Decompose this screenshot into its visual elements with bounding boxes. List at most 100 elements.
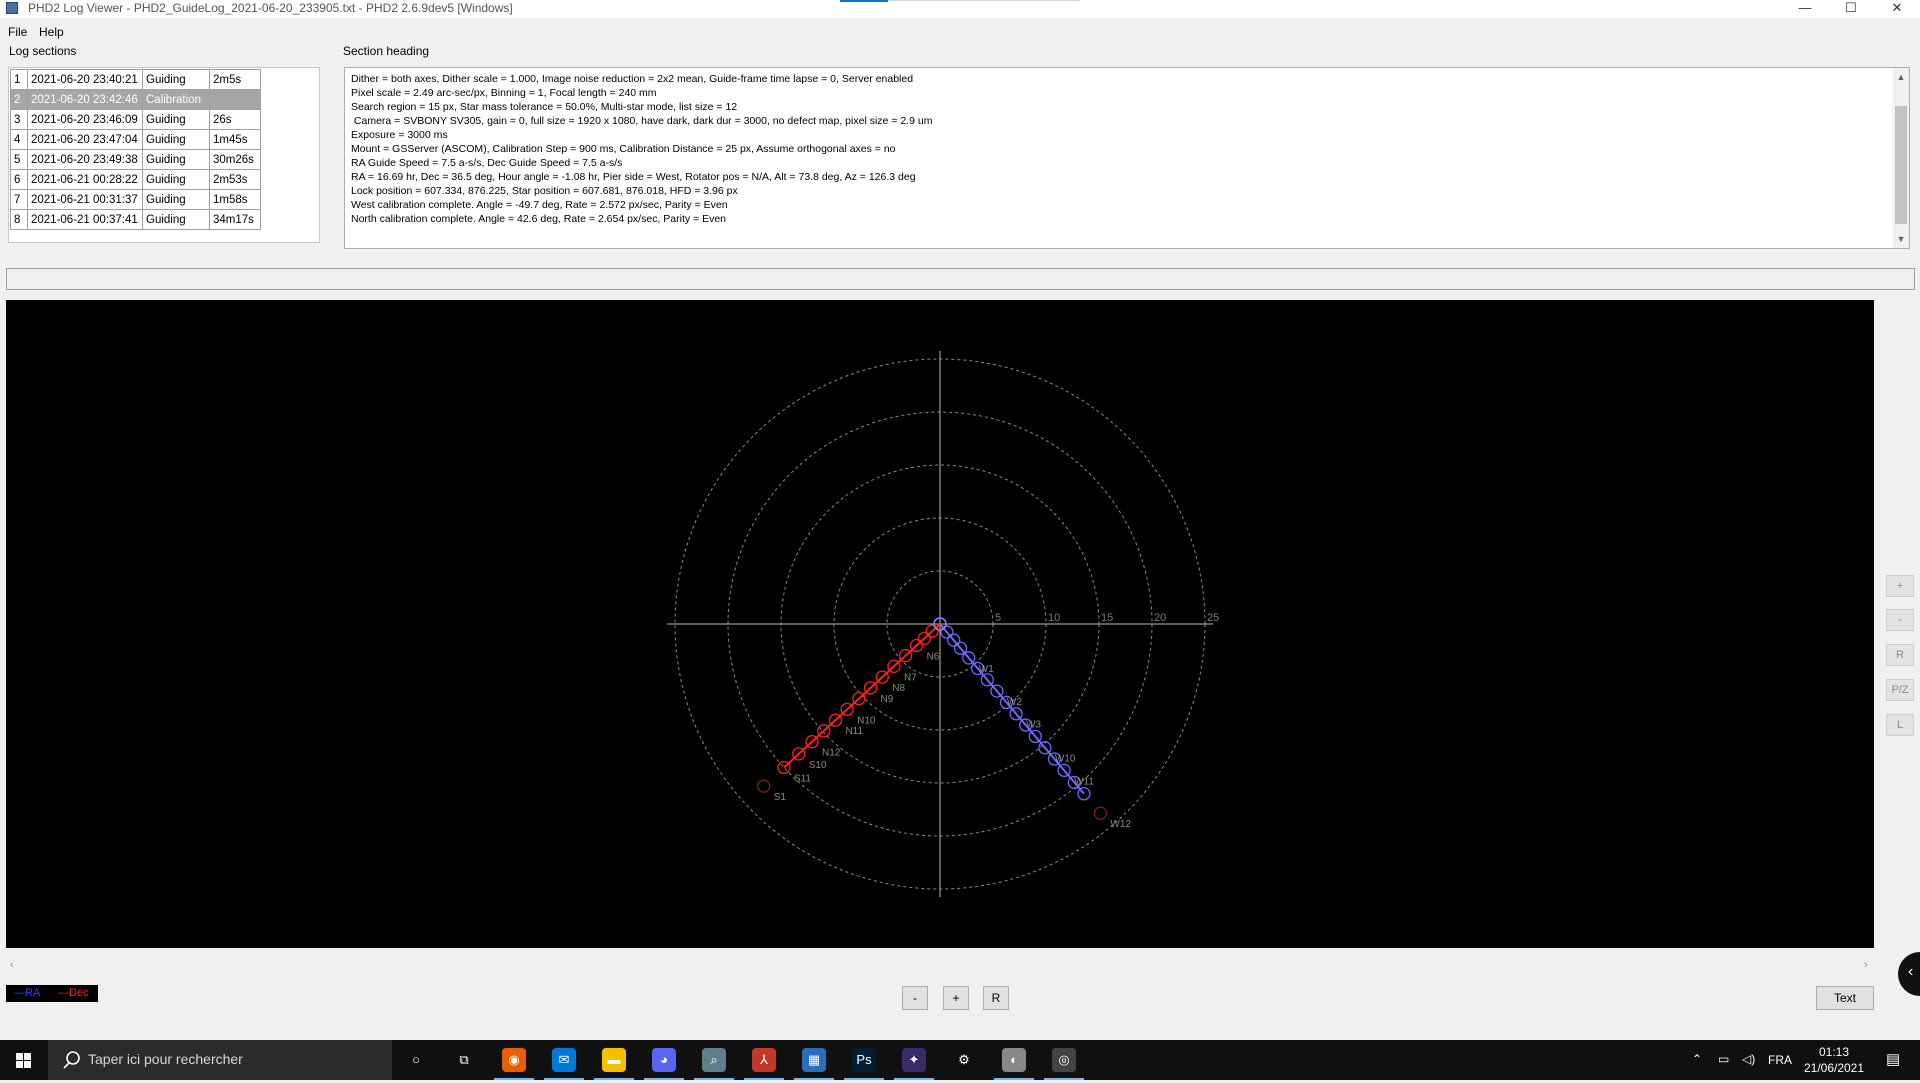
scroll-down-icon[interactable]: ▼	[1893, 232, 1909, 246]
log-cell-dur: 1m45s	[209, 129, 261, 150]
dec-step-label: S1	[774, 792, 787, 803]
dec-step-label: N6	[927, 652, 940, 663]
log-cell-n: 7	[10, 189, 28, 210]
log-cell-type: Guiding	[142, 129, 210, 150]
menu-file[interactable]: File	[8, 25, 27, 39]
log-section-row[interactable]: 7 2021-06-21 00:31:37 Guiding 1m58s	[10, 189, 261, 210]
log-cell-n: 4	[10, 129, 28, 150]
log-cell-dur	[209, 89, 261, 110]
status-box	[6, 268, 1915, 290]
scroll-right-icon[interactable]: ›	[1864, 959, 1868, 971]
heading-scrollbar[interactable]: ▲ ▼	[1893, 68, 1909, 248]
log-cell-dur: 26s	[209, 109, 261, 130]
section-heading-textbox[interactable]: Dither = both axes, Dither scale = 1.000…	[344, 67, 1910, 249]
astro-app-taskbar-button[interactable]: ◎	[1040, 1040, 1088, 1080]
scroll-thumb[interactable]	[1895, 106, 1907, 224]
scroll-left-icon[interactable]: ‹	[10, 959, 14, 971]
menu-bar: File Help	[0, 22, 1920, 42]
file-explorer-icon: ▬	[602, 1048, 626, 1072]
title-bar: PHD2 Log Viewer - PHD2_GuideLog_2021-06-…	[0, 0, 1920, 18]
maximize-button[interactable]: ☐	[1828, 0, 1874, 18]
stellarium-taskbar-button[interactable]: ✦	[890, 1040, 938, 1080]
reset-zoom-button[interactable]: R	[983, 986, 1009, 1010]
plot-legend: —RA —Dec	[6, 985, 98, 1002]
calculator-taskbar-button[interactable]: ▦	[790, 1040, 838, 1080]
minimize-button[interactable]: —	[1782, 0, 1828, 18]
calibration-plot[interactable]: 5 10 15 20 25 W1 W2 W3 W10 W11 W12 N6 N7 N8 N9 N10 N11 N1…	[6, 300, 1874, 948]
search-app-taskbar-button[interactable]: ⌕	[690, 1040, 738, 1080]
firefox-icon: ◉	[502, 1048, 526, 1072]
ring-tick-label: 10	[1048, 612, 1060, 624]
zoom-in-button[interactable]: +	[943, 986, 969, 1010]
cortana-taskbar-button[interactable]: ○	[392, 1040, 440, 1080]
log-cell-type: Guiding	[142, 69, 210, 90]
ring-tick-label: 20	[1154, 612, 1166, 624]
log-section-row[interactable]: 2 2021-06-20 23:42:46 Calibration	[10, 89, 261, 110]
log-cell-type: Guiding	[142, 209, 210, 230]
dec-step-label: N8	[892, 683, 905, 694]
log-cell-time: 2021-06-20 23:46:09	[27, 109, 143, 130]
ring-tick-label: 5	[995, 612, 1001, 624]
zoom-in-side-button[interactable]: +	[1886, 575, 1914, 597]
clock[interactable]: 01:13 21/06/2021	[1800, 1040, 1868, 1080]
firefox-taskbar-button[interactable]: ◉	[490, 1040, 538, 1080]
heading-line: Search region = 15 px, Star mass toleran…	[351, 101, 738, 113]
log-section-row[interactable]: 6 2021-06-21 00:28:22 Guiding 2m53s	[10, 169, 261, 190]
cortana-icon: ○	[412, 1052, 420, 1067]
close-button[interactable]: ✕	[1874, 0, 1920, 18]
volume-icon[interactable]: ◁)	[1742, 1040, 1758, 1080]
settings-icon: ⚙	[958, 1052, 970, 1067]
log-section-row[interactable]: 5 2021-06-20 23:49:38 Guiding 30m26s	[10, 149, 261, 170]
zoom-out-side-button[interactable]: -	[1886, 609, 1914, 631]
heading-line: RA = 16.69 hr, Dec = 36.5 deg, Hour angl…	[351, 171, 916, 183]
pan-zoom-side-button[interactable]: P/Z	[1886, 679, 1914, 701]
lock-side-button[interactable]: L	[1886, 714, 1914, 736]
phd2-icon: ⅄	[752, 1048, 776, 1072]
log-cell-time: 2021-06-20 23:49:38	[27, 149, 143, 170]
log-cell-type: Guiding	[142, 169, 210, 190]
clock-date: 21/06/2021	[1803, 1061, 1865, 1075]
network-icon[interactable]: ▭	[1718, 1040, 1734, 1080]
phd2-taskbar-button[interactable]: ⅄	[740, 1040, 788, 1080]
log-section-row[interactable]: 3 2021-06-20 23:46:09 Guiding 26s	[10, 109, 261, 130]
zoom-out-button[interactable]: -	[902, 986, 928, 1010]
log-cell-type: Guiding	[142, 149, 210, 170]
log-cell-time: 2021-06-20 23:42:46	[27, 89, 143, 110]
taskbar-search[interactable]: Taper ici pour rechercher	[48, 1040, 392, 1080]
menu-help[interactable]: Help	[39, 25, 64, 39]
start-button[interactable]	[0, 1040, 48, 1080]
dec-step-label: N11	[845, 726, 863, 737]
sharpcap-taskbar-button[interactable]: ◐	[990, 1040, 1038, 1080]
dec-step-label: S10	[809, 760, 827, 771]
discord-taskbar-button[interactable]: ◕	[640, 1040, 688, 1080]
heading-line: Exposure = 3000 ms	[351, 129, 448, 141]
settings-taskbar-button[interactable]: ⚙	[940, 1040, 988, 1080]
ra-step-label: W11	[1074, 776, 1094, 787]
notification-icon[interactable]: ▤	[1880, 1040, 1910, 1080]
file-explorer-taskbar-button[interactable]: ▬	[590, 1040, 638, 1080]
log-section-row[interactable]: 4 2021-06-20 23:47:04 Guiding 1m45s	[10, 129, 261, 150]
sharpcap-icon: ◐	[1002, 1048, 1026, 1072]
dec-point	[757, 779, 771, 793]
mail-taskbar-button[interactable]: ✉	[540, 1040, 588, 1080]
photoshop-taskbar-button[interactable]: Ps	[840, 1040, 888, 1080]
log-section-row[interactable]: 8 2021-06-21 00:37:41 Guiding 34m17s	[10, 209, 261, 230]
ra-point	[1093, 806, 1108, 820]
log-cell-dur: 2m53s	[209, 169, 261, 190]
log-cell-dur: 2m5s	[209, 69, 261, 90]
log-cell-time: 2021-06-21 00:37:41	[27, 209, 143, 230]
task-view-taskbar-button[interactable]: ⧉	[440, 1040, 488, 1080]
log-cell-n: 3	[10, 109, 28, 130]
search-app-icon: ⌕	[702, 1048, 726, 1072]
language-indicator[interactable]: FRA	[1768, 1040, 1798, 1080]
tray-chevron-icon[interactable]: ⌃	[1692, 1040, 1708, 1080]
text-button[interactable]: Text	[1816, 986, 1874, 1010]
reset-side-button[interactable]: R	[1886, 644, 1914, 666]
log-section-row[interactable]: 1 2021-06-20 23:40:21 Guiding 2m5s	[10, 69, 261, 90]
log-cell-n: 2	[10, 89, 28, 110]
edge-collapse-button[interactable]: ‹	[1898, 952, 1920, 996]
ra-step-label: W10	[1055, 754, 1076, 765]
dec-step-label: S11	[794, 773, 811, 784]
log-cell-time: 2021-06-20 23:40:21	[27, 69, 143, 90]
scroll-up-icon[interactable]: ▲	[1893, 70, 1909, 84]
